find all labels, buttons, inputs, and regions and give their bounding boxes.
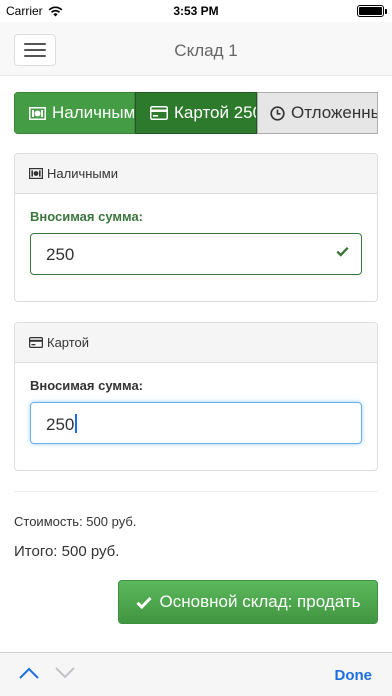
cash-amount-input[interactable]: 250 — [30, 233, 362, 275]
card-amount-label: Вносимая сумма: — [30, 378, 144, 393]
tab-cash[interactable]: Наличными — [14, 92, 135, 134]
payment-method-tabs: Наличными Картой 250 Отложенный — [14, 92, 378, 134]
previous-field-chevron-up-icon[interactable] — [18, 666, 40, 680]
tab-deferred-label: Отложенный — [291, 103, 377, 122]
next-field-chevron-down-icon[interactable] — [54, 666, 76, 680]
text-cursor — [75, 414, 78, 433]
cash-payment-panel: Наличными Вносимая сумма: 250 — [14, 153, 378, 302]
page-title: Склад 1 — [174, 41, 238, 60]
cash-panel-heading: Наличными — [15, 154, 377, 194]
credit-card-icon — [29, 337, 43, 348]
cash-amount-value: 250 — [46, 245, 75, 264]
cost-text: Стоимость: 500 руб. — [14, 514, 137, 529]
tab-card-label: Картой 250 — [174, 103, 257, 122]
tab-deferred[interactable]: Отложенный — [257, 92, 378, 134]
tab-cash-label: Наличными — [52, 103, 135, 122]
card-panel-title: Картой — [47, 335, 90, 350]
cash-icon — [29, 168, 43, 179]
total-text: Итого: 500 руб. — [14, 543, 120, 560]
navigation-bar: Склад 1 — [0, 22, 392, 76]
sell-button[interactable]: Основной склад: продать — [118, 580, 378, 624]
keyboard-accessory-bar: Done — [0, 652, 392, 696]
divider — [14, 491, 378, 492]
checkmark-icon — [135, 596, 152, 609]
card-payment-panel: Картой Вносимая сумма: 250 — [14, 322, 378, 471]
done-button[interactable]: Done — [335, 667, 373, 684]
cash-panel-title: Наличными — [47, 166, 118, 181]
cash-amount-label: Вносимая сумма: — [30, 209, 144, 224]
tab-card[interactable]: Картой 250 — [135, 92, 257, 134]
credit-card-icon — [150, 106, 168, 120]
clock-icon — [270, 105, 285, 121]
card-amount-value: 250 — [46, 415, 75, 434]
battery-icon — [357, 5, 387, 17]
status-bar: Carrier 3:53 PM — [0, 0, 392, 22]
cash-icon — [29, 106, 46, 120]
card-panel-heading: Картой — [15, 323, 377, 363]
card-amount-input[interactable]: 250 — [30, 402, 362, 444]
checkmark-icon — [336, 246, 349, 257]
clock-time: 3:53 PM — [173, 4, 219, 18]
sell-button-label: Основной склад: продать — [159, 592, 361, 611]
